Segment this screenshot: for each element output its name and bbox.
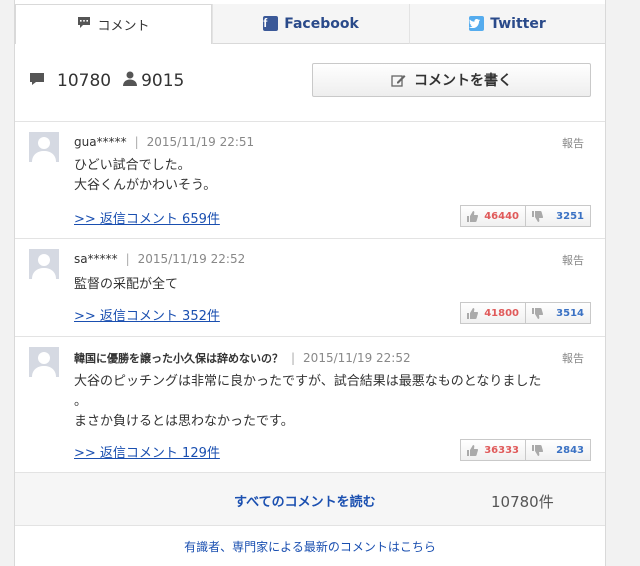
- comment-icon: [77, 16, 91, 33]
- comment-username[interactable]: gua*****: [74, 135, 127, 149]
- avatar: [29, 249, 59, 279]
- comment-body: 監督の采配が全て: [74, 275, 584, 295]
- report-link[interactable]: 報告: [562, 252, 584, 268]
- report-link[interactable]: 報告: [562, 350, 584, 366]
- dislike-count: 3251: [556, 210, 584, 222]
- like-count: 36333: [484, 444, 519, 456]
- dislike-button[interactable]: 3251: [525, 205, 591, 227]
- expert-comments-link[interactable]: 有識者、専門家による最新のコメントはこちら: [15, 538, 605, 555]
- reply-link[interactable]: >> 返信コメント 352件: [74, 305, 220, 324]
- comment-line: 大谷くんがかわいそう。: [74, 178, 217, 193]
- user-count: 9015: [141, 71, 185, 91]
- pencil-icon: [391, 75, 406, 87]
- all-comments-row: すべてのコメントを読む 10780件: [15, 472, 605, 526]
- comment-body: 大谷のピッチングは非常に良かったですが、試合結果は最悪なものとなりました 。 ま…: [74, 372, 584, 432]
- twitter-icon: [469, 16, 485, 31]
- dislike-button[interactable]: 3514: [525, 302, 591, 324]
- reply-link[interactable]: >> 返信コメント 659件: [74, 208, 220, 227]
- comment-line: まさか負けるとは思わなかったです。: [74, 414, 294, 429]
- dislike-count: 2843: [556, 444, 584, 456]
- comment-panel: コメント f Facebook Twitter 10780 9015 コメントを…: [14, 0, 606, 566]
- tab-twitter[interactable]: Twitter: [409, 4, 605, 44]
- comment-line: 。: [74, 394, 88, 409]
- thumbs-down-icon: [532, 307, 543, 319]
- thumbs-down-icon: [532, 210, 543, 222]
- write-comment-button[interactable]: コメントを書く: [312, 63, 591, 97]
- comment-item: sa***** | 2015/11/19 22:52 報告 監督の采配が全て >> …: [15, 238, 605, 336]
- thumbs-up-icon: [467, 210, 478, 222]
- comment-stats: 10780 9015: [29, 70, 196, 92]
- thumbs-up-icon: [467, 444, 478, 456]
- comment-username[interactable]: 韓国に優勝を譲った小久保は辞めないの？: [74, 352, 283, 365]
- like-count: 46440: [484, 210, 519, 222]
- comment-line: 大谷のピッチングは非常に良かったですが、試合結果は最悪なものとなりました: [74, 374, 542, 389]
- tab-comments[interactable]: コメント: [15, 4, 212, 44]
- vote-buttons: 46440 3251: [460, 205, 591, 227]
- comment-meta: sa***** | 2015/11/19 22:52: [74, 252, 246, 266]
- comment-line: 監督の采配が全て: [74, 277, 179, 292]
- like-count: 41800: [484, 307, 519, 319]
- report-link[interactable]: 報告: [562, 135, 584, 151]
- facebook-icon: f: [263, 16, 279, 31]
- comment-meta: gua***** | 2015/11/19 22:51: [74, 135, 255, 149]
- comment-timestamp: 2015/11/19 22:52: [137, 252, 246, 266]
- comment-username[interactable]: sa*****: [74, 252, 118, 266]
- thumbs-down-icon: [532, 444, 543, 456]
- total-comment-count: 10780件: [491, 493, 554, 511]
- user-icon: [123, 71, 138, 91]
- tab-bar: コメント f Facebook Twitter: [15, 4, 605, 44]
- comment-line: ひどい試合でした。: [74, 158, 191, 173]
- comment-count: 10780: [57, 71, 112, 91]
- avatar: [29, 347, 59, 377]
- comment-timestamp: 2015/11/19 22:52: [303, 351, 411, 365]
- avatar: [29, 132, 59, 162]
- comment-item: gua***** | 2015/11/19 22:51 報告 ひどい試合でした。 大…: [15, 121, 605, 238]
- comment-count-icon: [29, 71, 45, 91]
- comment-timestamp: 2015/11/19 22:51: [146, 135, 255, 149]
- tab-twitter-label: Twitter: [490, 15, 546, 32]
- all-comments-link[interactable]: すべてのコメントを読む: [234, 491, 376, 510]
- vote-buttons: 41800 3514: [460, 302, 591, 324]
- like-button[interactable]: 36333: [460, 439, 526, 461]
- comment-meta: 韓国に優勝を譲った小久保は辞めないの？ | 2015/11/19 22:52: [74, 351, 411, 365]
- write-comment-label: コメントを書く: [414, 73, 512, 89]
- comment-item: 韓国に優勝を譲った小久保は辞めないの？ | 2015/11/19 22:52 報告 …: [15, 336, 605, 472]
- reply-link[interactable]: >> 返信コメント 129件: [74, 442, 220, 461]
- dislike-count: 3514: [556, 307, 584, 319]
- dislike-button[interactable]: 2843: [525, 439, 591, 461]
- comment-body: ひどい試合でした。 大谷くんがかわいそう。: [74, 156, 584, 196]
- tab-facebook[interactable]: f Facebook: [212, 4, 409, 44]
- like-button[interactable]: 46440: [460, 205, 526, 227]
- tab-facebook-label: Facebook: [284, 15, 359, 32]
- tab-comments-label: コメント: [97, 19, 150, 34]
- like-button[interactable]: 41800: [460, 302, 526, 324]
- vote-buttons: 36333 2843: [460, 439, 591, 461]
- thumbs-up-icon: [467, 307, 478, 319]
